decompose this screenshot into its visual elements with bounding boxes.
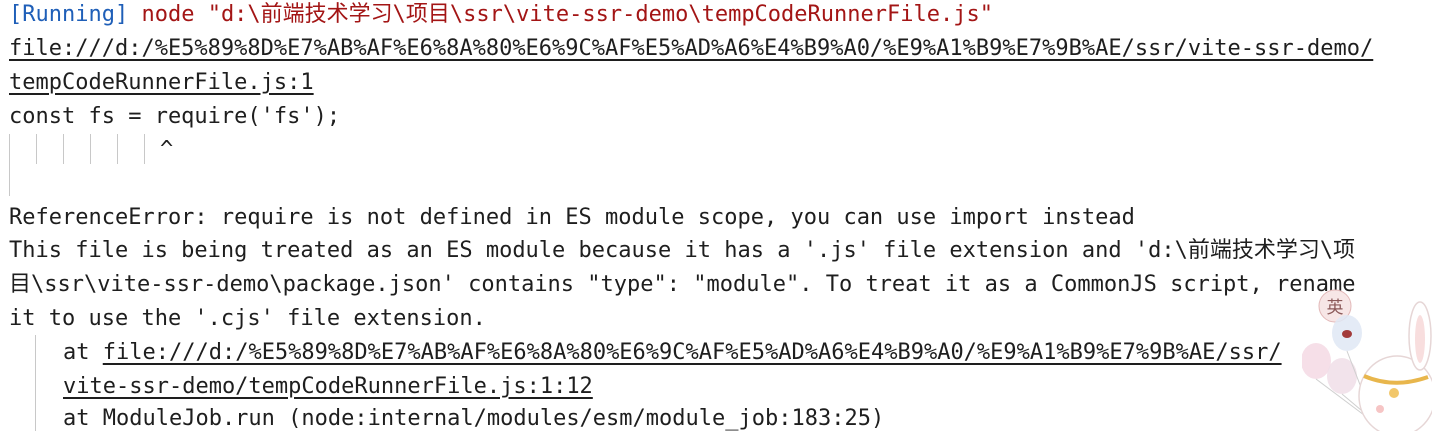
run-header-line: [Running] node "d:\前端技术学习\项目\ssr\vite-ss… [9, 0, 993, 32]
error-caret: ^ [160, 137, 174, 162]
file-link-part2[interactable]: tempCodeRunnerFile.js:1 [9, 70, 314, 95]
file-url-line-2[interactable]: tempCodeRunnerFile.js:1 [9, 66, 314, 100]
running-status: [Running] [9, 2, 129, 27]
explanation-line-1: This file is being treated as an ES modu… [9, 238, 1356, 263]
indent-guide [63, 134, 64, 164]
stack-file-link-part1[interactable]: file:///d:/%E5%89%8D%E7%AB%AF%E6%8A%80%E… [103, 340, 1282, 365]
cheek-icon [1376, 405, 1384, 413]
ime-badge[interactable]: 英 [1327, 298, 1344, 318]
stack-frame-1-cont[interactable]: vite-ssr-demo/tempCodeRunnerFile.js:1:12 [63, 370, 593, 404]
indent-guide [9, 134, 10, 196]
indent-guide [35, 335, 36, 431]
explanation-line-2: 目\ssr\vite-ssr-demo\package.json' contai… [9, 272, 1356, 297]
indent-guide [144, 134, 145, 164]
bunny-inner-ear-icon [1415, 315, 1425, 363]
balloon-icon [1302, 343, 1331, 379]
ime-mascot[interactable]: 英 [1302, 281, 1432, 431]
file-url-line-1[interactable]: file:///d:/%E5%89%8D%E7%AB%AF%E6%8A%80%E… [9, 32, 1373, 66]
error-message: ReferenceError: require is not defined i… [9, 205, 1135, 230]
bell-icon [1389, 388, 1399, 398]
file-link-part1[interactable]: file:///d:/%E5%89%8D%E7%AB%AF%E6%8A%80%E… [9, 36, 1373, 61]
source-code-line: const fs = require('fs'); [9, 104, 341, 129]
stack-at-prefix: at [63, 340, 103, 365]
balloon-icon [1327, 358, 1357, 394]
indent-guide [90, 134, 91, 164]
indent-guide [36, 134, 37, 164]
stack-file-link-part2[interactable]: vite-ssr-demo/tempCodeRunnerFile.js:1:12 [63, 374, 593, 399]
stack-frame-2: at ModuleJob.run (node:internal/modules/… [63, 406, 885, 431]
output-panel: [Running] node "d:\前端技术学习\项目\ssr\vite-ss… [0, 0, 1432, 431]
bow-icon [1342, 330, 1352, 338]
explanation-line-3: it to use the '.cjs' file extension. [9, 306, 486, 331]
stack-frame-1[interactable]: at file:///d:/%E5%89%8D%E7%AB%AF%E6%8A%8… [63, 336, 1282, 370]
indent-guide [117, 134, 118, 164]
run-command: node "d:\前端技术学习\项目\ssr\vite-ssr-demo\tem… [141, 2, 993, 27]
